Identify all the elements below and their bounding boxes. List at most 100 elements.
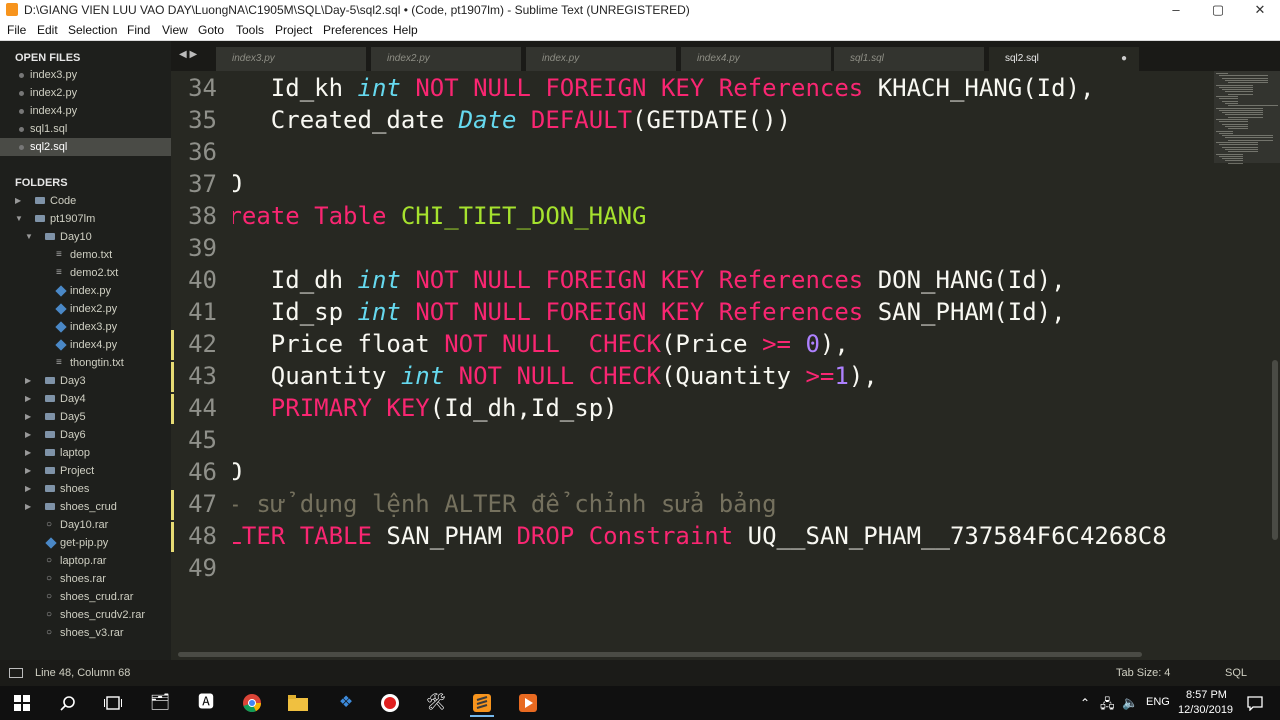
unsaved-dot-icon[interactable]: ● bbox=[1121, 47, 1127, 71]
chevron-right-icon[interactable]: ▶ bbox=[25, 426, 31, 444]
open-file-item[interactable]: sql1.sql bbox=[0, 120, 171, 138]
menu-file[interactable]: File bbox=[7, 23, 26, 37]
code-line[interactable]: Created_date Date DEFAULT(GETDATE()) bbox=[233, 104, 791, 136]
screen-recorder-icon[interactable] bbox=[380, 693, 400, 713]
ms-access-icon[interactable]: 🅰 bbox=[194, 691, 218, 715]
tree-folder[interactable]: ▶ shoes bbox=[0, 480, 171, 498]
tree-folder[interactable]: ▶ Day4 bbox=[0, 390, 171, 408]
code-line[interactable]: -- sử dụng lệnh ALTER để chỉnh sửa bảng bbox=[233, 488, 777, 520]
maximize-button[interactable]: ▢ bbox=[1198, 0, 1238, 20]
tree-file[interactable]: ○ shoes_crudv2.rar bbox=[0, 606, 171, 624]
network-icon[interactable]: 🖧 bbox=[1100, 695, 1115, 717]
tree-folder[interactable]: ▶ Project bbox=[0, 462, 171, 480]
tree-file[interactable]: ○ shoes.rar bbox=[0, 570, 171, 588]
chevron-right-icon[interactable]: ▶ bbox=[25, 498, 31, 516]
tree-folder[interactable]: ▶ Code bbox=[0, 192, 171, 210]
chrome-icon[interactable] bbox=[242, 693, 262, 713]
tree-folder[interactable]: ▶ laptop bbox=[0, 444, 171, 462]
tab-index2-py[interactable]: index2.py bbox=[371, 47, 521, 71]
tab-sql2-sql[interactable]: sql2.sql ● bbox=[989, 47, 1139, 71]
clock-time[interactable]: 8:57 PM bbox=[1186, 689, 1227, 701]
menu-find[interactable]: Find bbox=[127, 23, 150, 37]
close-button[interactable]: ✕ bbox=[1240, 0, 1280, 20]
tab-sql1-sql[interactable]: sql1.sql bbox=[834, 47, 984, 71]
tab-nav-arrows[interactable]: ◀ ▶ bbox=[179, 49, 197, 60]
code-area[interactable]: Id_kh int NOT NULL FOREIGN KEY Reference… bbox=[233, 71, 1214, 650]
minimap-viewport[interactable] bbox=[1214, 71, 1280, 163]
code-line[interactable]: Id_kh int NOT NULL FOREIGN KEY Reference… bbox=[233, 72, 1095, 104]
minimize-button[interactable]: – bbox=[1156, 0, 1196, 20]
file-explorer-icon[interactable] bbox=[288, 695, 308, 711]
chevron-right-icon[interactable]: ▶ bbox=[25, 462, 31, 480]
tab-index4-py[interactable]: index4.py bbox=[681, 47, 831, 71]
tree-file[interactable]: index4.py bbox=[0, 336, 171, 354]
chevron-down-icon[interactable]: ▼ bbox=[25, 228, 33, 246]
minimap[interactable] bbox=[1214, 71, 1280, 650]
tree-file[interactable]: ≡ demo.txt bbox=[0, 246, 171, 264]
windows-start-icon[interactable] bbox=[14, 695, 30, 711]
tree-file[interactable]: ○ shoes_crud.rar bbox=[0, 588, 171, 606]
code-line[interactable]: ALTER TABLE SAN_PHAM DROP Constraint UQ_… bbox=[233, 520, 1167, 552]
bachcloud-app-icon[interactable]: 🗂 bbox=[148, 691, 172, 715]
code-line[interactable]: GO bbox=[233, 456, 242, 488]
volume-icon[interactable]: 🔈 bbox=[1122, 695, 1138, 711]
code-line[interactable]: Quantity int NOT NULL CHECK(Quantity >=1… bbox=[233, 360, 878, 392]
tree-file[interactable]: ○ laptop.rar bbox=[0, 552, 171, 570]
tree-folder[interactable]: ▶ Day6 bbox=[0, 426, 171, 444]
tree-file[interactable]: ≡ thongtin.txt bbox=[0, 354, 171, 372]
console-icon[interactable] bbox=[9, 668, 23, 678]
menu-selection[interactable]: Selection bbox=[68, 23, 117, 37]
open-file-item[interactable]: index4.py bbox=[0, 102, 171, 120]
menu-help[interactable]: Help bbox=[393, 23, 418, 37]
action-center-icon[interactable] bbox=[1247, 695, 1263, 711]
media-player-icon[interactable] bbox=[518, 693, 538, 713]
open-file-item[interactable]: index2.py bbox=[0, 84, 171, 102]
tray-chevron-icon[interactable]: ⌃ bbox=[1080, 696, 1090, 710]
tree-file[interactable]: index2.py bbox=[0, 300, 171, 318]
code-line[interactable]: Id_dh int NOT NULL FOREIGN KEY Reference… bbox=[233, 264, 1066, 296]
code-line[interactable]: Create Table CHI_TIET_DON_HANG bbox=[233, 200, 646, 232]
tree-folder[interactable]: ▼ Day10 bbox=[0, 228, 171, 246]
tree-file[interactable]: ○ shoes_v3.rar bbox=[0, 624, 171, 642]
chevron-right-icon[interactable]: ▶ bbox=[15, 192, 21, 210]
vs-code-icon[interactable]: ❖ bbox=[334, 691, 358, 715]
menu-view[interactable]: View bbox=[162, 23, 188, 37]
menu-tools[interactable]: Tools bbox=[236, 23, 264, 37]
menu-edit[interactable]: Edit bbox=[37, 23, 58, 37]
tree-folder[interactable]: ▶ Day3 bbox=[0, 372, 171, 390]
chevron-right-icon[interactable]: ▶ bbox=[25, 408, 31, 426]
vertical-scrollbar[interactable] bbox=[1272, 360, 1278, 540]
code-line[interactable]: GO bbox=[233, 168, 242, 200]
search-icon[interactable] bbox=[60, 695, 76, 711]
task-view-icon[interactable] bbox=[104, 695, 122, 711]
tree-file[interactable]: index.py bbox=[0, 282, 171, 300]
tree-file[interactable]: ≡ demo2.txt bbox=[0, 264, 171, 282]
tab-index3-py[interactable]: index3.py bbox=[216, 47, 366, 71]
menu-project[interactable]: Project bbox=[275, 23, 312, 37]
menu-goto[interactable]: Goto bbox=[198, 23, 224, 37]
chevron-right-icon[interactable]: ▶ bbox=[25, 480, 31, 498]
tree-folder[interactable]: ▶ shoes_crud bbox=[0, 498, 171, 516]
tree-file[interactable]: get-pip.py bbox=[0, 534, 171, 552]
tree-file[interactable]: index3.py bbox=[0, 318, 171, 336]
code-line[interactable]: Price float NOT NULL CHECK(Price >= 0), bbox=[233, 328, 849, 360]
code-editor[interactable]: 34 35 36 37 38 39 40 41 42 43 44 45 46 47 48 49 Id_kh i… bbox=[171, 71, 1214, 650]
tools-icon[interactable]: 🛠 bbox=[424, 691, 448, 715]
tree-folder[interactable]: ▶ Day5 bbox=[0, 408, 171, 426]
chevron-right-icon[interactable]: ▶ bbox=[25, 444, 31, 462]
input-language[interactable]: ENG bbox=[1146, 696, 1170, 708]
code-line[interactable]: Id_sp int NOT NULL FOREIGN KEY Reference… bbox=[233, 296, 1066, 328]
tab-size[interactable]: Tab Size: 4 bbox=[1116, 667, 1170, 679]
tree-file[interactable]: ○ Day10.rar bbox=[0, 516, 171, 534]
tab-index-py[interactable]: index.py bbox=[526, 47, 676, 71]
tree-folder[interactable]: ▼ pt1907lm bbox=[0, 210, 171, 228]
menu-preferences[interactable]: Preferences bbox=[323, 23, 388, 37]
chevron-right-icon[interactable]: ▶ bbox=[25, 390, 31, 408]
chevron-down-icon[interactable]: ▼ bbox=[15, 210, 23, 228]
open-file-item[interactable]: index3.py bbox=[0, 66, 171, 84]
horizontal-scrollbar[interactable] bbox=[178, 652, 1142, 657]
sublime-taskbar-icon[interactable] bbox=[470, 691, 494, 717]
code-line[interactable]: PRIMARY KEY(Id_dh,Id_sp) bbox=[233, 392, 618, 424]
syntax-mode[interactable]: SQL bbox=[1225, 667, 1247, 679]
clock-date[interactable]: 12/30/2019 bbox=[1178, 704, 1233, 716]
